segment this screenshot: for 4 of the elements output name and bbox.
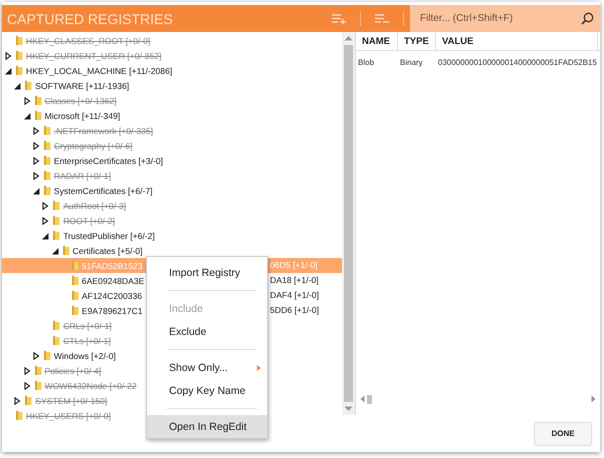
table-cell-text: 030000000100000014000000051FAD52B15 xyxy=(437,56,598,68)
window-title: CAPTURED REGISTRIES xyxy=(7,10,174,26)
table-cell-text: Binary xyxy=(399,56,424,69)
table-cell-text: Blob xyxy=(357,56,376,68)
